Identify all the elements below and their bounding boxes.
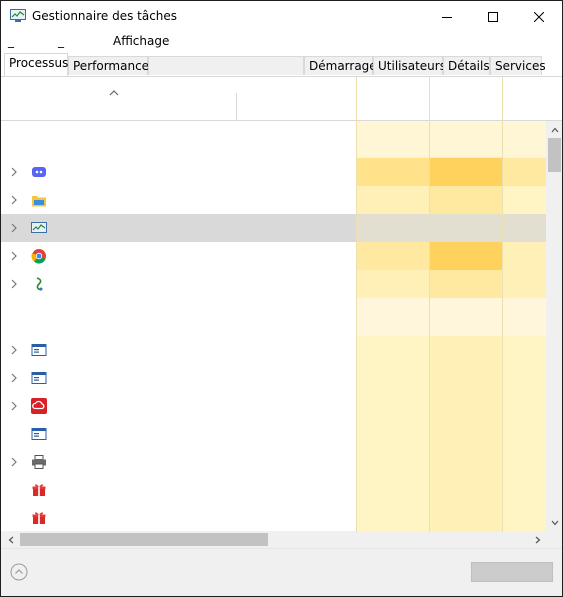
tab-processus[interactable]: Processus <box>4 53 68 76</box>
vertical-scrollbar[interactable] <box>546 121 562 531</box>
gift-icon <box>32 484 46 496</box>
chevron-right-icon <box>535 536 540 543</box>
table-cell <box>356 270 429 298</box>
chevron-right-icon[interactable] <box>10 457 18 467</box>
minimize-icon <box>442 16 452 18</box>
table-cell <box>503 298 547 336</box>
sort-ascending-icon[interactable] <box>109 89 119 97</box>
column-divider <box>502 77 503 532</box>
menu-bar: _ _ Affichage <box>1 32 562 51</box>
discord-icon <box>32 167 46 177</box>
table-cell <box>430 298 502 336</box>
tab-bar: Processus Performance Démarrage Utilisat… <box>1 51 562 77</box>
table-row[interactable] <box>1 392 547 420</box>
table-row[interactable] <box>1 448 547 476</box>
scrollbar-corner <box>546 531 562 548</box>
tab-details[interactable]: Détails <box>443 56 490 75</box>
table-cell <box>356 242 429 270</box>
chevron-down-icon <box>551 520 558 525</box>
file-explorer-icon <box>32 196 46 207</box>
chevron-right-icon[interactable] <box>10 345 18 355</box>
tab-demarrage[interactable]: Démarrage <box>304 56 377 75</box>
creative-cloud-icon <box>31 398 47 414</box>
table-cell <box>356 298 429 336</box>
chevron-right-icon[interactable] <box>10 401 18 411</box>
table-row[interactable] <box>1 476 547 504</box>
minimize-button[interactable] <box>424 1 470 32</box>
close-button[interactable] <box>516 1 562 32</box>
scroll-up-button[interactable] <box>546 121 562 138</box>
table-cell <box>503 214 547 242</box>
table-row[interactable] <box>1 420 547 448</box>
end-task-button[interactable] <box>471 562 553 582</box>
table-cell <box>356 121 429 157</box>
table-row[interactable] <box>1 158 547 186</box>
chevron-right-icon[interactable] <box>10 223 18 233</box>
table-row[interactable] <box>1 504 547 531</box>
app-icon <box>36 277 43 291</box>
table-row[interactable] <box>1 336 547 364</box>
table-cell <box>430 214 502 242</box>
chevron-left-icon <box>8 536 13 543</box>
window-app-icon <box>31 428 47 440</box>
table-row-selected[interactable] <box>1 214 547 242</box>
table-row[interactable] <box>1 121 547 157</box>
table-cell <box>503 270 547 298</box>
table-row[interactable] <box>1 242 547 270</box>
tab-performance[interactable]: Performance <box>68 56 149 75</box>
table-row[interactable] <box>1 298 547 336</box>
tab-services[interactable]: Services <box>490 56 546 75</box>
table-cell <box>503 121 547 157</box>
column-divider <box>356 77 357 532</box>
maximize-button[interactable] <box>470 1 516 32</box>
window-title: Gestionnaire des tâches <box>32 9 178 23</box>
table-row[interactable] <box>1 186 547 214</box>
chevron-right-icon[interactable] <box>10 195 18 205</box>
table-row[interactable] <box>1 270 547 298</box>
task-manager-icon <box>31 222 47 233</box>
menu-item-1[interactable]: _ <box>8 34 14 48</box>
table-row[interactable] <box>1 364 547 392</box>
table-cell <box>356 158 429 186</box>
chevron-up-icon <box>551 127 558 132</box>
scroll-down-button[interactable] <box>546 514 562 531</box>
task-manager-window: Gestionnaire des tâches _ _ Affichage Pr… <box>0 0 563 597</box>
column-header <box>1 77 562 121</box>
title-bar: Gestionnaire des tâches <box>1 1 562 32</box>
table-cell <box>430 186 502 214</box>
vertical-scroll-thumb[interactable] <box>548 138 561 172</box>
menu-item-affichage[interactable]: Affichage <box>113 34 169 48</box>
tab-blank[interactable] <box>148 56 304 75</box>
window-app-icon <box>31 344 47 356</box>
gift-icon <box>32 512 46 524</box>
table-cell <box>430 270 502 298</box>
table-cell <box>430 158 502 186</box>
chevron-right-icon[interactable] <box>10 279 18 289</box>
horizontal-scroll-thumb[interactable] <box>20 533 268 546</box>
printer-icon <box>32 455 46 469</box>
chrome-icon <box>31 249 46 264</box>
table-cell <box>430 121 502 157</box>
table-cell <box>503 158 547 186</box>
column-separator[interactable] <box>236 93 237 120</box>
window-app-icon <box>31 372 47 384</box>
column-divider <box>429 77 430 532</box>
scroll-right-button[interactable] <box>529 531 546 548</box>
table-cell <box>503 242 547 270</box>
table-cell <box>430 242 502 270</box>
close-icon <box>534 11 544 22</box>
scroll-left-button[interactable] <box>2 531 19 548</box>
task-manager-icon <box>10 9 26 22</box>
table-cell <box>503 186 547 214</box>
process-list <box>1 121 547 531</box>
maximize-icon <box>488 11 498 22</box>
table-cell <box>356 186 429 214</box>
menu-item-2[interactable]: _ <box>58 34 64 48</box>
table-cell <box>356 214 429 242</box>
tab-utilisateurs[interactable]: Utilisateurs <box>373 56 446 75</box>
chevron-right-icon[interactable] <box>10 373 18 383</box>
chevron-right-icon[interactable] <box>10 167 18 177</box>
chevron-right-icon[interactable] <box>10 251 18 261</box>
fewer-details-icon[interactable] <box>10 563 28 581</box>
